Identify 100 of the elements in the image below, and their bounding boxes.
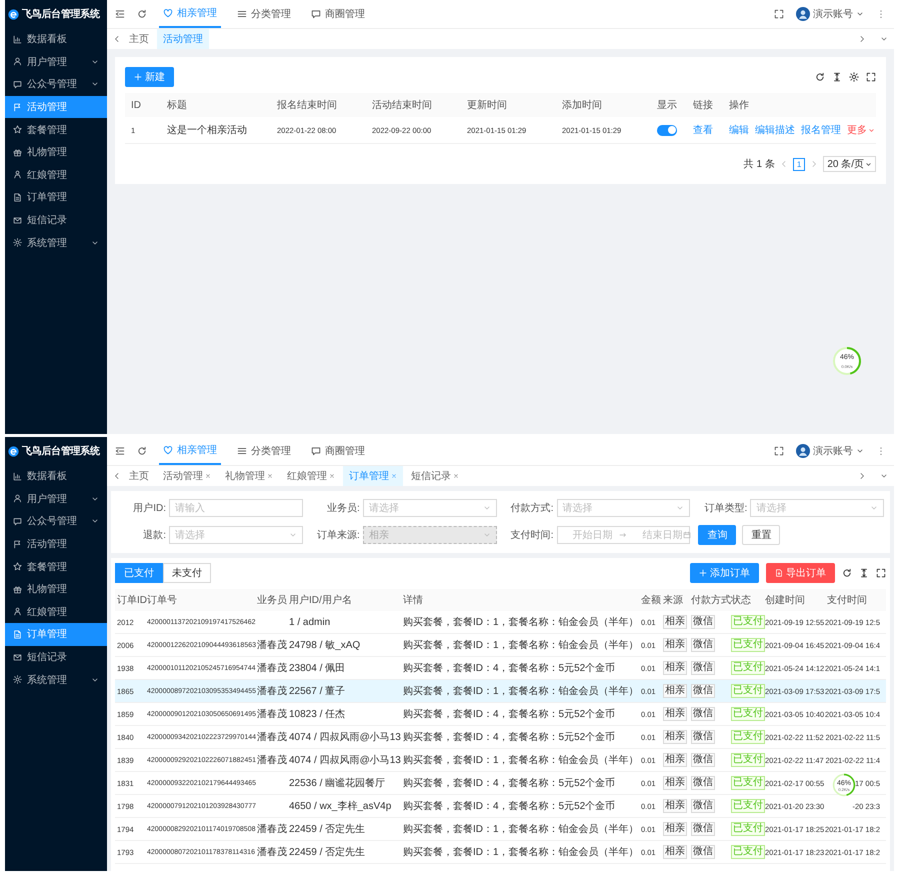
- sidebar-item[interactable]: 数据看板: [5, 465, 107, 488]
- table-cell-text: 潘春茂: [257, 730, 287, 744]
- refresh-icon[interactable]: [842, 568, 852, 578]
- table-cell-text: 购买套餐，套餐ID：4，套餐名称：5元52个金币: [402, 730, 616, 744]
- user-icon: [13, 494, 22, 504]
- page-tab[interactable]: 活动管理: [157, 466, 217, 486]
- sidebar-item[interactable]: 活动管理: [5, 532, 107, 556]
- sidebar-item[interactable]: 红娘管理: [5, 600, 107, 624]
- sidebar-item[interactable]: 用户管理: [5, 488, 107, 510]
- column-height-icon[interactable]: [859, 568, 869, 578]
- user-icon: [13, 57, 22, 66]
- close-icon[interactable]: [329, 473, 335, 479]
- chevron-left-icon[interactable]: [113, 35, 121, 43]
- source-tag: 相亲: [663, 776, 687, 790]
- chevron-right-icon[interactable]: [858, 472, 866, 480]
- chevron-down-icon[interactable]: [880, 472, 888, 480]
- export-icon: [775, 569, 783, 577]
- document-icon: [13, 192, 22, 202]
- sidebar-item[interactable]: 数据看板: [5, 28, 107, 51]
- refresh-icon[interactable]: [815, 72, 825, 82]
- fullscreen-icon[interactable]: [774, 446, 784, 456]
- menu-fold-icon[interactable]: [115, 446, 125, 456]
- close-icon[interactable]: [453, 473, 459, 479]
- status-tab[interactable]: 未支付: [163, 563, 211, 583]
- chevron-right-icon[interactable]: [858, 35, 866, 43]
- table-cell-text: 潘春茂: [257, 822, 287, 836]
- source-tag: 相亲: [663, 799, 687, 813]
- column-height-icon[interactable]: [832, 72, 842, 82]
- sidebar-item[interactable]: 用户管理: [5, 50, 107, 74]
- nav-tab[interactable]: 分类管理: [233, 0, 295, 28]
- chevron-left-icon[interactable]: [113, 472, 121, 480]
- table-cell-text: 购买套餐，套餐ID：4，套餐名称：5元52个金币: [402, 776, 616, 790]
- chevron-down-icon: [865, 160, 872, 168]
- refresh-icon[interactable]: [137, 446, 147, 456]
- fullscreen-icon[interactable]: [774, 9, 784, 19]
- menu-fold-icon[interactable]: [115, 9, 125, 19]
- sidebar-item[interactable]: 礼物管理: [5, 140, 107, 164]
- account-menu[interactable]: 演示账号: [796, 7, 864, 21]
- nav-tab[interactable]: 分类管理: [233, 437, 295, 465]
- page-tab[interactable]: 红娘管理: [281, 466, 341, 486]
- sidebar-item[interactable]: 系统管理: [5, 668, 107, 691]
- sidebar-item[interactable]: 套餐管理: [5, 555, 107, 578]
- table-cell-text: 22567 / 董子: [288, 684, 346, 698]
- status-tag: 已支付: [731, 707, 765, 721]
- sidebar-item[interactable]: 公众号管理: [5, 73, 107, 96]
- account-menu[interactable]: 演示账号: [796, 444, 864, 458]
- status-tag: 已支付: [731, 730, 765, 744]
- reset-button[interactable]: 重置: [742, 525, 780, 545]
- column-header: 报名结束时间: [277, 98, 338, 112]
- refresh-icon[interactable]: [137, 9, 147, 19]
- sidebar-item[interactable]: 套餐管理: [5, 118, 107, 141]
- display-switch[interactable]: [657, 124, 677, 136]
- chevron-down-icon: [870, 504, 878, 512]
- mail-icon: [13, 652, 22, 662]
- nav-tab[interactable]: 商圈管理: [307, 437, 369, 465]
- table-cell-text: 潘春茂: [257, 662, 287, 675]
- page-size-select[interactable]: 20 条/页: [823, 156, 876, 172]
- source-tag: 相亲: [663, 638, 687, 652]
- sidebar-item[interactable]: 短信记录: [5, 646, 107, 668]
- chevron-down-icon: [482, 504, 490, 512]
- fullscreen-icon[interactable]: [876, 568, 886, 578]
- table-cell-text: 潘春茂: [257, 754, 287, 767]
- gift-icon: [13, 148, 22, 157]
- payment-tag: 微信: [691, 799, 715, 813]
- sidebar-item[interactable]: 系统管理: [5, 231, 107, 254]
- avatar-icon: [796, 7, 810, 21]
- sidebar-item[interactable]: 红娘管理: [5, 164, 107, 186]
- document-icon: [13, 630, 22, 639]
- table-cell-text: 购买套餐，套餐ID：1，套餐名称：铂金会员（半年）: [402, 638, 639, 652]
- page-tab[interactable]: 礼物管理: [219, 466, 279, 486]
- table-cell-text: 10823 / 任杰: [288, 708, 346, 721]
- table-cell-text: 4074 / 四叔风雨@小马13: [288, 754, 401, 767]
- chevron-down-icon[interactable]: [880, 35, 888, 43]
- list-icon: [237, 446, 247, 456]
- avatar-icon: [796, 444, 810, 458]
- sidebar-item[interactable]: 订单管理: [5, 186, 107, 209]
- sidebar-item[interactable]: 公众号管理: [5, 510, 107, 533]
- page-tab[interactable]: 短信记录: [405, 466, 465, 486]
- column-header: 显示: [657, 99, 678, 112]
- settings-icon[interactable]: [849, 72, 859, 82]
- column-header: 订单ID: [116, 594, 145, 607]
- table-cell-text: 购买套餐，套餐ID：1，套餐名称：铂金会员（半年）: [402, 754, 639, 767]
- sidebar-item[interactable]: 礼物管理: [5, 578, 107, 601]
- flag-icon: [13, 102, 22, 112]
- table-cell-text: 22459 / 否定先生: [288, 846, 366, 859]
- fullscreen-icon[interactable]: [866, 72, 876, 82]
- close-icon[interactable]: [391, 473, 397, 479]
- column-header: 详情: [402, 594, 424, 607]
- flag-icon: [13, 540, 22, 549]
- sidebar-item[interactable]: 短信记录: [5, 208, 107, 232]
- chart-icon: [13, 34, 22, 44]
- payment-tag: 微信: [691, 822, 715, 836]
- star-icon: [13, 562, 22, 572]
- close-icon[interactable]: [267, 473, 273, 479]
- nav-tab[interactable]: 商圈管理: [307, 0, 369, 28]
- page-tab[interactable]: 主页: [123, 466, 155, 486]
- close-icon[interactable]: [205, 473, 211, 479]
- page-tab[interactable]: 主页: [123, 29, 155, 49]
- source-tag: 相亲: [663, 845, 687, 859]
- source-tag: 相亲: [663, 822, 687, 836]
